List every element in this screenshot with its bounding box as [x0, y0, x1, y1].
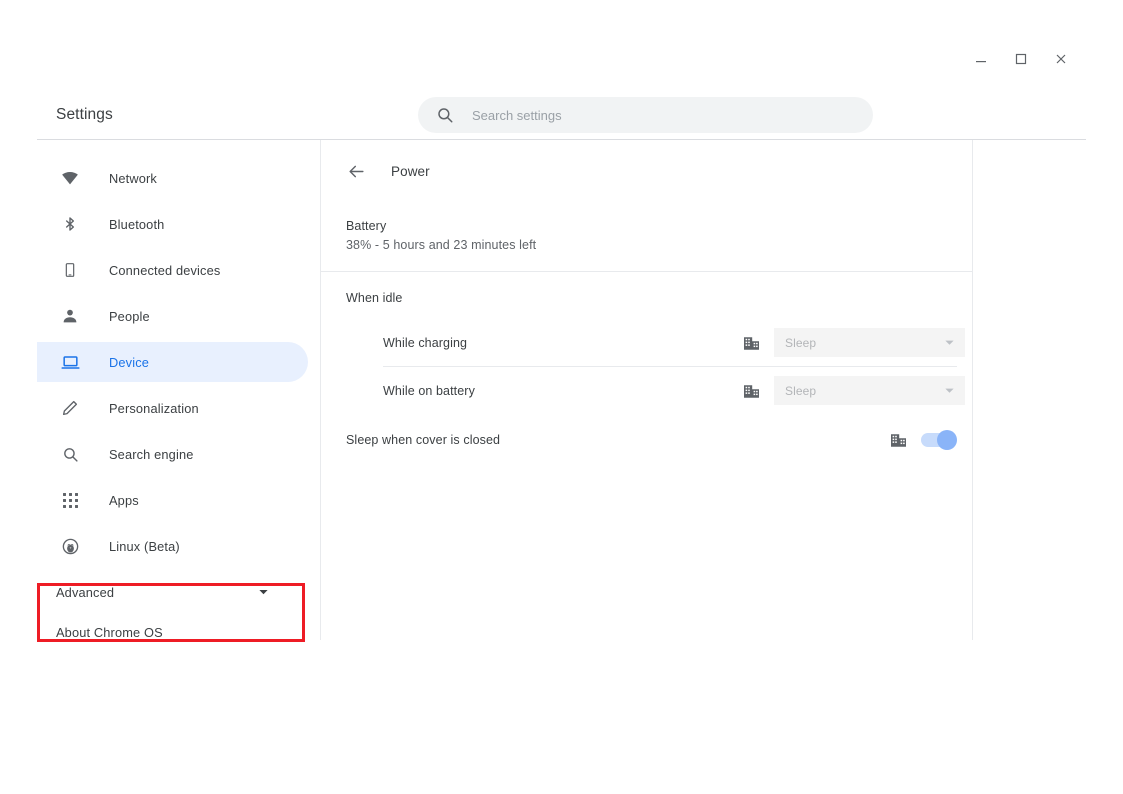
main-content: Power Battery 38% - 5 hours and 23 minut… [321, 140, 972, 640]
maximize-button[interactable] [1010, 48, 1032, 70]
sidebar-item-linux-beta[interactable]: Linux (Beta) [37, 526, 308, 566]
row-sleep-when-cover-closed: Sleep when cover is closed [321, 416, 972, 463]
wifi-icon [60, 168, 80, 188]
chevron-down-icon [944, 385, 955, 396]
laptop-icon [60, 352, 80, 372]
sidebar-item-search-engine[interactable]: Search engine [37, 434, 308, 474]
sidebar: Network Bluetooth Connected devices Peop… [37, 140, 320, 642]
toggle-knob [937, 429, 957, 450]
select-while-on-battery[interactable]: Sleep [774, 376, 965, 405]
enterprise-building-icon [743, 334, 760, 351]
person-icon [60, 306, 80, 326]
select-value: Sleep [785, 335, 817, 350]
close-button[interactable] [1050, 48, 1072, 70]
sidebar-item-personalization[interactable]: Personalization [37, 388, 308, 428]
arrow-back-icon[interactable] [346, 161, 366, 181]
apps-grid-icon [60, 490, 80, 510]
row-while-on-battery: While on battery Sleep [321, 367, 972, 414]
pencil-icon [60, 398, 80, 418]
magnifier-icon [60, 444, 80, 464]
chevron-down-icon [944, 337, 955, 348]
search-icon [436, 106, 454, 124]
app-title: Settings [56, 106, 113, 123]
sidebar-item-label: Device [109, 354, 150, 370]
sidebar-item-label: Linux (Beta) [109, 538, 180, 554]
sidebar-item-label: Apps [109, 492, 139, 508]
window-controls [970, 48, 1086, 70]
row-label: While on battery [383, 383, 475, 398]
sidebar-item-label: Search engine [109, 446, 194, 462]
battery-status: 38% - 5 hours and 23 minutes left [346, 238, 537, 252]
page-title: Power [391, 163, 430, 179]
settings-window: Settings Network [37, 40, 1086, 642]
toggle-sleep-when-cover-closed[interactable] [921, 429, 957, 450]
sidebar-item-bluetooth[interactable]: Bluetooth [37, 204, 308, 244]
phone-icon [60, 260, 80, 280]
sidebar-item-label: About Chrome OS [56, 624, 163, 640]
linux-penguin-icon [60, 536, 80, 556]
sidebar-item-connected-devices[interactable]: Connected devices [37, 250, 308, 290]
sidebar-item-label: Bluetooth [109, 216, 165, 232]
sidebar-item-about-chrome-os[interactable]: About Chrome OS [37, 612, 308, 652]
when-idle-label: When idle [346, 291, 403, 305]
page-header: Power [321, 140, 972, 202]
sidebar-item-device[interactable]: Device [37, 342, 308, 382]
search-bar[interactable] [418, 97, 873, 133]
row-label: While charging [383, 335, 468, 350]
enterprise-building-icon [743, 382, 760, 399]
minimize-button[interactable] [970, 48, 992, 70]
body-area: Network Bluetooth Connected devices Peop… [37, 140, 1086, 642]
row-while-charging: While charging Sleep [321, 319, 972, 366]
battery-section: Battery 38% - 5 hours and 23 minutes lef… [321, 202, 972, 271]
enterprise-building-icon [890, 431, 907, 448]
sidebar-item-label: People [109, 308, 150, 324]
row-label: Sleep when cover is closed [346, 432, 501, 447]
select-while-charging[interactable]: Sleep [774, 328, 965, 357]
sidebar-item-label: Connected devices [109, 262, 221, 278]
sidebar-item-apps[interactable]: Apps [37, 480, 308, 520]
search-input[interactable] [472, 107, 852, 123]
sidebar-item-people[interactable]: People [37, 296, 308, 336]
sidebar-item-advanced[interactable]: Advanced [37, 572, 308, 612]
screen: Settings Network [0, 0, 1123, 794]
sidebar-item-label: Personalization [109, 400, 199, 416]
battery-title: Battery [346, 219, 387, 233]
sidebar-item-label: Advanced [56, 584, 115, 600]
sidebar-item-network[interactable]: Network [37, 158, 308, 198]
select-value: Sleep [785, 383, 817, 398]
bluetooth-icon [60, 214, 80, 234]
sidebar-item-label: Network [109, 170, 157, 186]
chevron-down-icon [258, 587, 269, 598]
content-right-divider [972, 140, 973, 640]
